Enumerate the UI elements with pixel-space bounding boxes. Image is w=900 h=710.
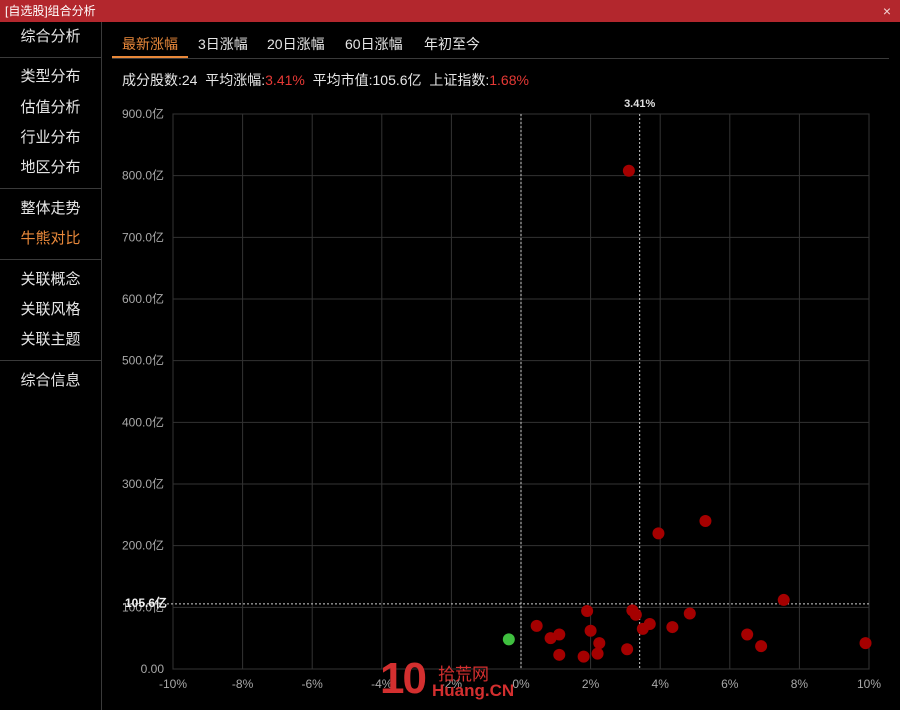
x-tick-label: -10%	[159, 677, 187, 691]
stock-point	[755, 640, 768, 653]
y-tick-label: 500.0亿	[122, 353, 164, 368]
x-tick-label: 6%	[721, 677, 739, 691]
y-tick-label: 0.00	[141, 662, 165, 676]
stock-point	[530, 619, 543, 632]
x-tick-label: -6%	[302, 677, 324, 691]
stock-point	[621, 643, 634, 656]
y-tick-label: 400.0亿	[122, 414, 164, 429]
x-tick-label: 4%	[652, 677, 670, 691]
watermark-en-text: Huang.CN	[432, 681, 515, 700]
stock-point	[591, 647, 604, 660]
stock-point	[666, 621, 679, 634]
avg-mcap-line-label: 105.6亿	[125, 595, 167, 610]
y-tick-label: 300.0亿	[122, 476, 164, 491]
stock-point	[643, 617, 656, 630]
stock-point	[553, 648, 566, 661]
stock-point	[859, 637, 872, 650]
y-tick-label: 200.0亿	[122, 538, 164, 553]
stock-point	[502, 633, 515, 646]
stock-point	[577, 650, 590, 663]
stock-point	[581, 605, 594, 618]
stock-point	[741, 628, 754, 641]
y-tick-label: 900.0亿	[122, 106, 164, 121]
stock-point	[584, 624, 597, 637]
avg-change-line-label: 3.41%	[624, 98, 655, 110]
stock-point	[683, 607, 696, 620]
y-tick-label: 800.0亿	[122, 168, 164, 183]
x-tick-label: 8%	[791, 677, 809, 691]
y-tick-label: 600.0亿	[122, 291, 164, 306]
watermark-logo: 10 拾荒网 Huang.CN	[380, 654, 515, 704]
stock-point	[553, 628, 566, 641]
x-tick-label: -8%	[232, 677, 254, 691]
y-tick-label: 700.0亿	[122, 229, 164, 244]
stock-point	[622, 164, 635, 177]
x-tick-label: 2%	[582, 677, 600, 691]
stock-point	[593, 637, 606, 650]
stock-point	[699, 515, 712, 527]
stock-point	[629, 608, 642, 621]
scatter-chart: -10% -8% -6% -4% -2% 0% 2% 4% 6% 8% 10%0.00100.0亿2…	[122, 98, 881, 691]
stock-point	[777, 593, 790, 606]
x-tick-label: 10%	[857, 677, 881, 691]
stock-point	[652, 527, 665, 540]
watermark-number: 10	[380, 654, 427, 703]
